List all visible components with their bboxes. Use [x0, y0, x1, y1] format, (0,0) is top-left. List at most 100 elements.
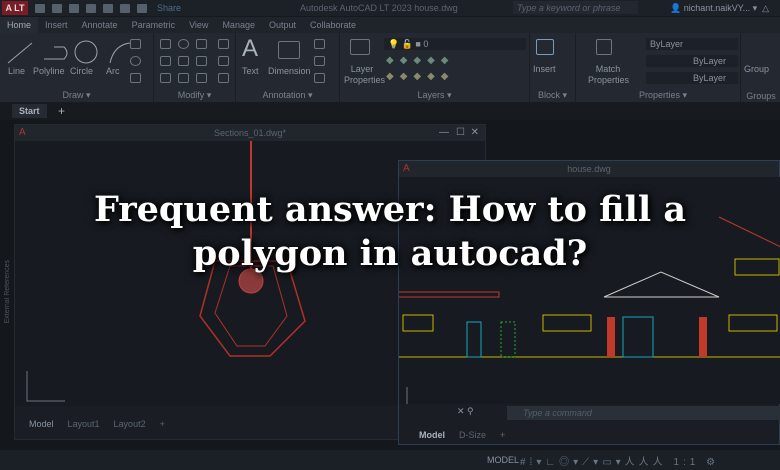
insert-button[interactable]: Insert — [533, 64, 556, 75]
tab-annotate[interactable]: Annotate — [75, 17, 125, 33]
minimize-button[interactable]: — — [439, 125, 449, 141]
layers-panel: Layer Properties 💡 🔓 ■ 0 ◆◆◆◆◆ ◆◆◆◆◆ Lay… — [340, 33, 530, 103]
hatch-icon[interactable] — [130, 73, 141, 83]
modify-panel-title[interactable]: Modify ▾ — [154, 90, 235, 101]
rotate-icon[interactable] — [178, 39, 189, 49]
linetype-dropdown[interactable]: ByLayer — [646, 72, 738, 84]
ribbon: Line Polyline Circle Arc Draw ▾ Modify ▾… — [0, 33, 780, 103]
array-icon[interactable] — [196, 73, 207, 83]
insert-icon[interactable] — [536, 39, 554, 55]
plot-icon[interactable] — [103, 3, 113, 13]
stretch-icon[interactable] — [160, 73, 171, 83]
start-tab[interactable]: Start — [12, 104, 47, 118]
groups-panel: Group Groups — [741, 33, 780, 103]
draw-panel-title[interactable]: Draw ▾ — [0, 90, 153, 101]
group-button[interactable]: Group — [744, 64, 769, 75]
doc-icon: A — [403, 163, 410, 174]
text-icon[interactable]: A — [242, 36, 258, 62]
copy-icon[interactable] — [160, 56, 171, 66]
erase-icon[interactable] — [218, 39, 229, 49]
redo-icon[interactable] — [137, 3, 147, 13]
match-properties-icon[interactable] — [596, 39, 612, 55]
properties-panel-title[interactable]: Properties ▾ — [586, 90, 740, 101]
annotation-panel: A Text Dimension Annotation ▾ — [236, 33, 340, 103]
add-layout-button[interactable]: + — [160, 419, 165, 429]
tab-layout1[interactable]: Layout1 — [68, 419, 100, 429]
open-icon[interactable] — [52, 3, 62, 13]
sections-window-title: Sections_01.dwg* — [213, 128, 287, 138]
layers-panel-title[interactable]: Layers ▾ — [340, 90, 529, 101]
house-layout-tabs: Model D-Size + — [419, 430, 505, 440]
mirror-icon[interactable] — [178, 56, 189, 66]
close-button[interactable]: ✕ — [471, 125, 479, 141]
layer-dropdown[interactable]: 💡 🔓 ■ 0 — [384, 38, 526, 50]
layer-properties-button[interactable]: Layer Properties — [344, 64, 385, 86]
arc-icon — [109, 42, 131, 64]
layer-tools-icons[interactable]: ◆◆◆◆◆ — [386, 55, 454, 66]
linear-icon[interactable] — [314, 39, 325, 49]
tab-insert[interactable]: Insert — [38, 17, 75, 33]
scale-icon[interactable] — [178, 73, 189, 83]
tab-model[interactable]: Model — [29, 419, 54, 429]
tab-d-size[interactable]: D-Size — [459, 430, 486, 440]
annotation-panel-title[interactable]: Annotation ▾ — [236, 90, 339, 101]
tab-layout2[interactable]: Layout2 — [114, 419, 146, 429]
dimension-button[interactable]: Dimension — [268, 66, 311, 77]
color-dropdown[interactable]: ByLayer — [646, 38, 738, 50]
block-panel: Insert Block ▾ — [530, 33, 576, 103]
save-icon[interactable] — [69, 3, 79, 13]
add-layout-button[interactable]: + — [500, 430, 505, 440]
groups-panel-title[interactable]: Groups — [741, 91, 780, 101]
command-input[interactable]: Type a command — [507, 406, 780, 420]
block-panel-title[interactable]: Block ▾ — [530, 90, 575, 101]
external-references-label[interactable]: External References — [4, 260, 11, 323]
file-tabs — [0, 103, 780, 120]
house-window-title: house.dwg — [567, 164, 611, 174]
tab-view[interactable]: View — [182, 17, 215, 33]
status-toggles[interactable]: #⁞▾∟◎▾⟋▾▭▾人人人 1:1 ⚙ — [520, 453, 719, 468]
ucs-icon — [26, 371, 65, 402]
tab-home[interactable]: Home — [0, 17, 39, 33]
arc-button[interactable]: Arc — [106, 66, 120, 77]
polyline-icon — [44, 46, 68, 60]
text-button[interactable]: Text — [242, 66, 259, 77]
tab-collaborate[interactable]: Collaborate — [303, 17, 363, 33]
undo-icon[interactable] — [120, 3, 130, 13]
tab-model[interactable]: Model — [419, 430, 445, 440]
properties-panel: Match Properties ByLayer ByLayer ByLayer… — [586, 33, 741, 103]
rectangle-icon[interactable] — [130, 39, 141, 49]
tab-parametric[interactable]: Parametric — [125, 17, 183, 33]
table-icon[interactable] — [314, 73, 325, 83]
sections-layout-tabs: Model Layout1 Layout2 + — [29, 419, 165, 429]
lineweight-dropdown[interactable]: ByLayer — [646, 55, 738, 67]
ellipse-icon[interactable] — [130, 56, 141, 66]
annotation-scale[interactable]: 1:1 — [673, 457, 699, 468]
tab-manage[interactable]: Manage — [215, 17, 262, 33]
app-logo[interactable]: A LT — [2, 1, 28, 15]
tab-output[interactable]: Output — [262, 17, 303, 33]
circle-button[interactable]: Circle — [70, 66, 93, 77]
trim-icon[interactable] — [196, 39, 207, 49]
move-icon[interactable] — [160, 39, 171, 49]
polyline-button[interactable]: Polyline — [33, 66, 65, 77]
search-input[interactable]: Type a keyword or phrase — [513, 1, 638, 14]
offset-icon[interactable] — [218, 73, 229, 83]
user-account[interactable]: 👤 nichant.naikVY... ▾ △ — [670, 3, 769, 14]
app-title: Autodesk AutoCAD LT 2023 house.dwg — [300, 3, 458, 13]
model-space-button[interactable]: MODEL — [487, 455, 519, 465]
save-as-icon[interactable] — [86, 3, 96, 13]
match-properties-button[interactable]: Match Properties — [588, 64, 629, 86]
layer-properties-icon[interactable] — [350, 39, 370, 55]
line-button[interactable]: Line — [8, 66, 25, 77]
layer-tools-icons-2[interactable]: ◆◆◆◆◆ — [386, 71, 454, 82]
maximize-button[interactable]: ☐ — [456, 125, 465, 141]
new-icon[interactable] — [35, 3, 45, 13]
dimension-icon[interactable] — [278, 41, 300, 59]
explode-icon[interactable] — [218, 56, 229, 66]
new-tab-button[interactable]: + — [58, 104, 65, 118]
draw-panel: Line Polyline Circle Arc Draw ▾ — [0, 33, 154, 103]
share-button[interactable]: Share — [157, 3, 181, 13]
command-icons[interactable]: ✕ ⚲ — [457, 406, 474, 417]
leader-icon[interactable] — [314, 56, 325, 66]
fillet-icon[interactable] — [196, 56, 207, 66]
